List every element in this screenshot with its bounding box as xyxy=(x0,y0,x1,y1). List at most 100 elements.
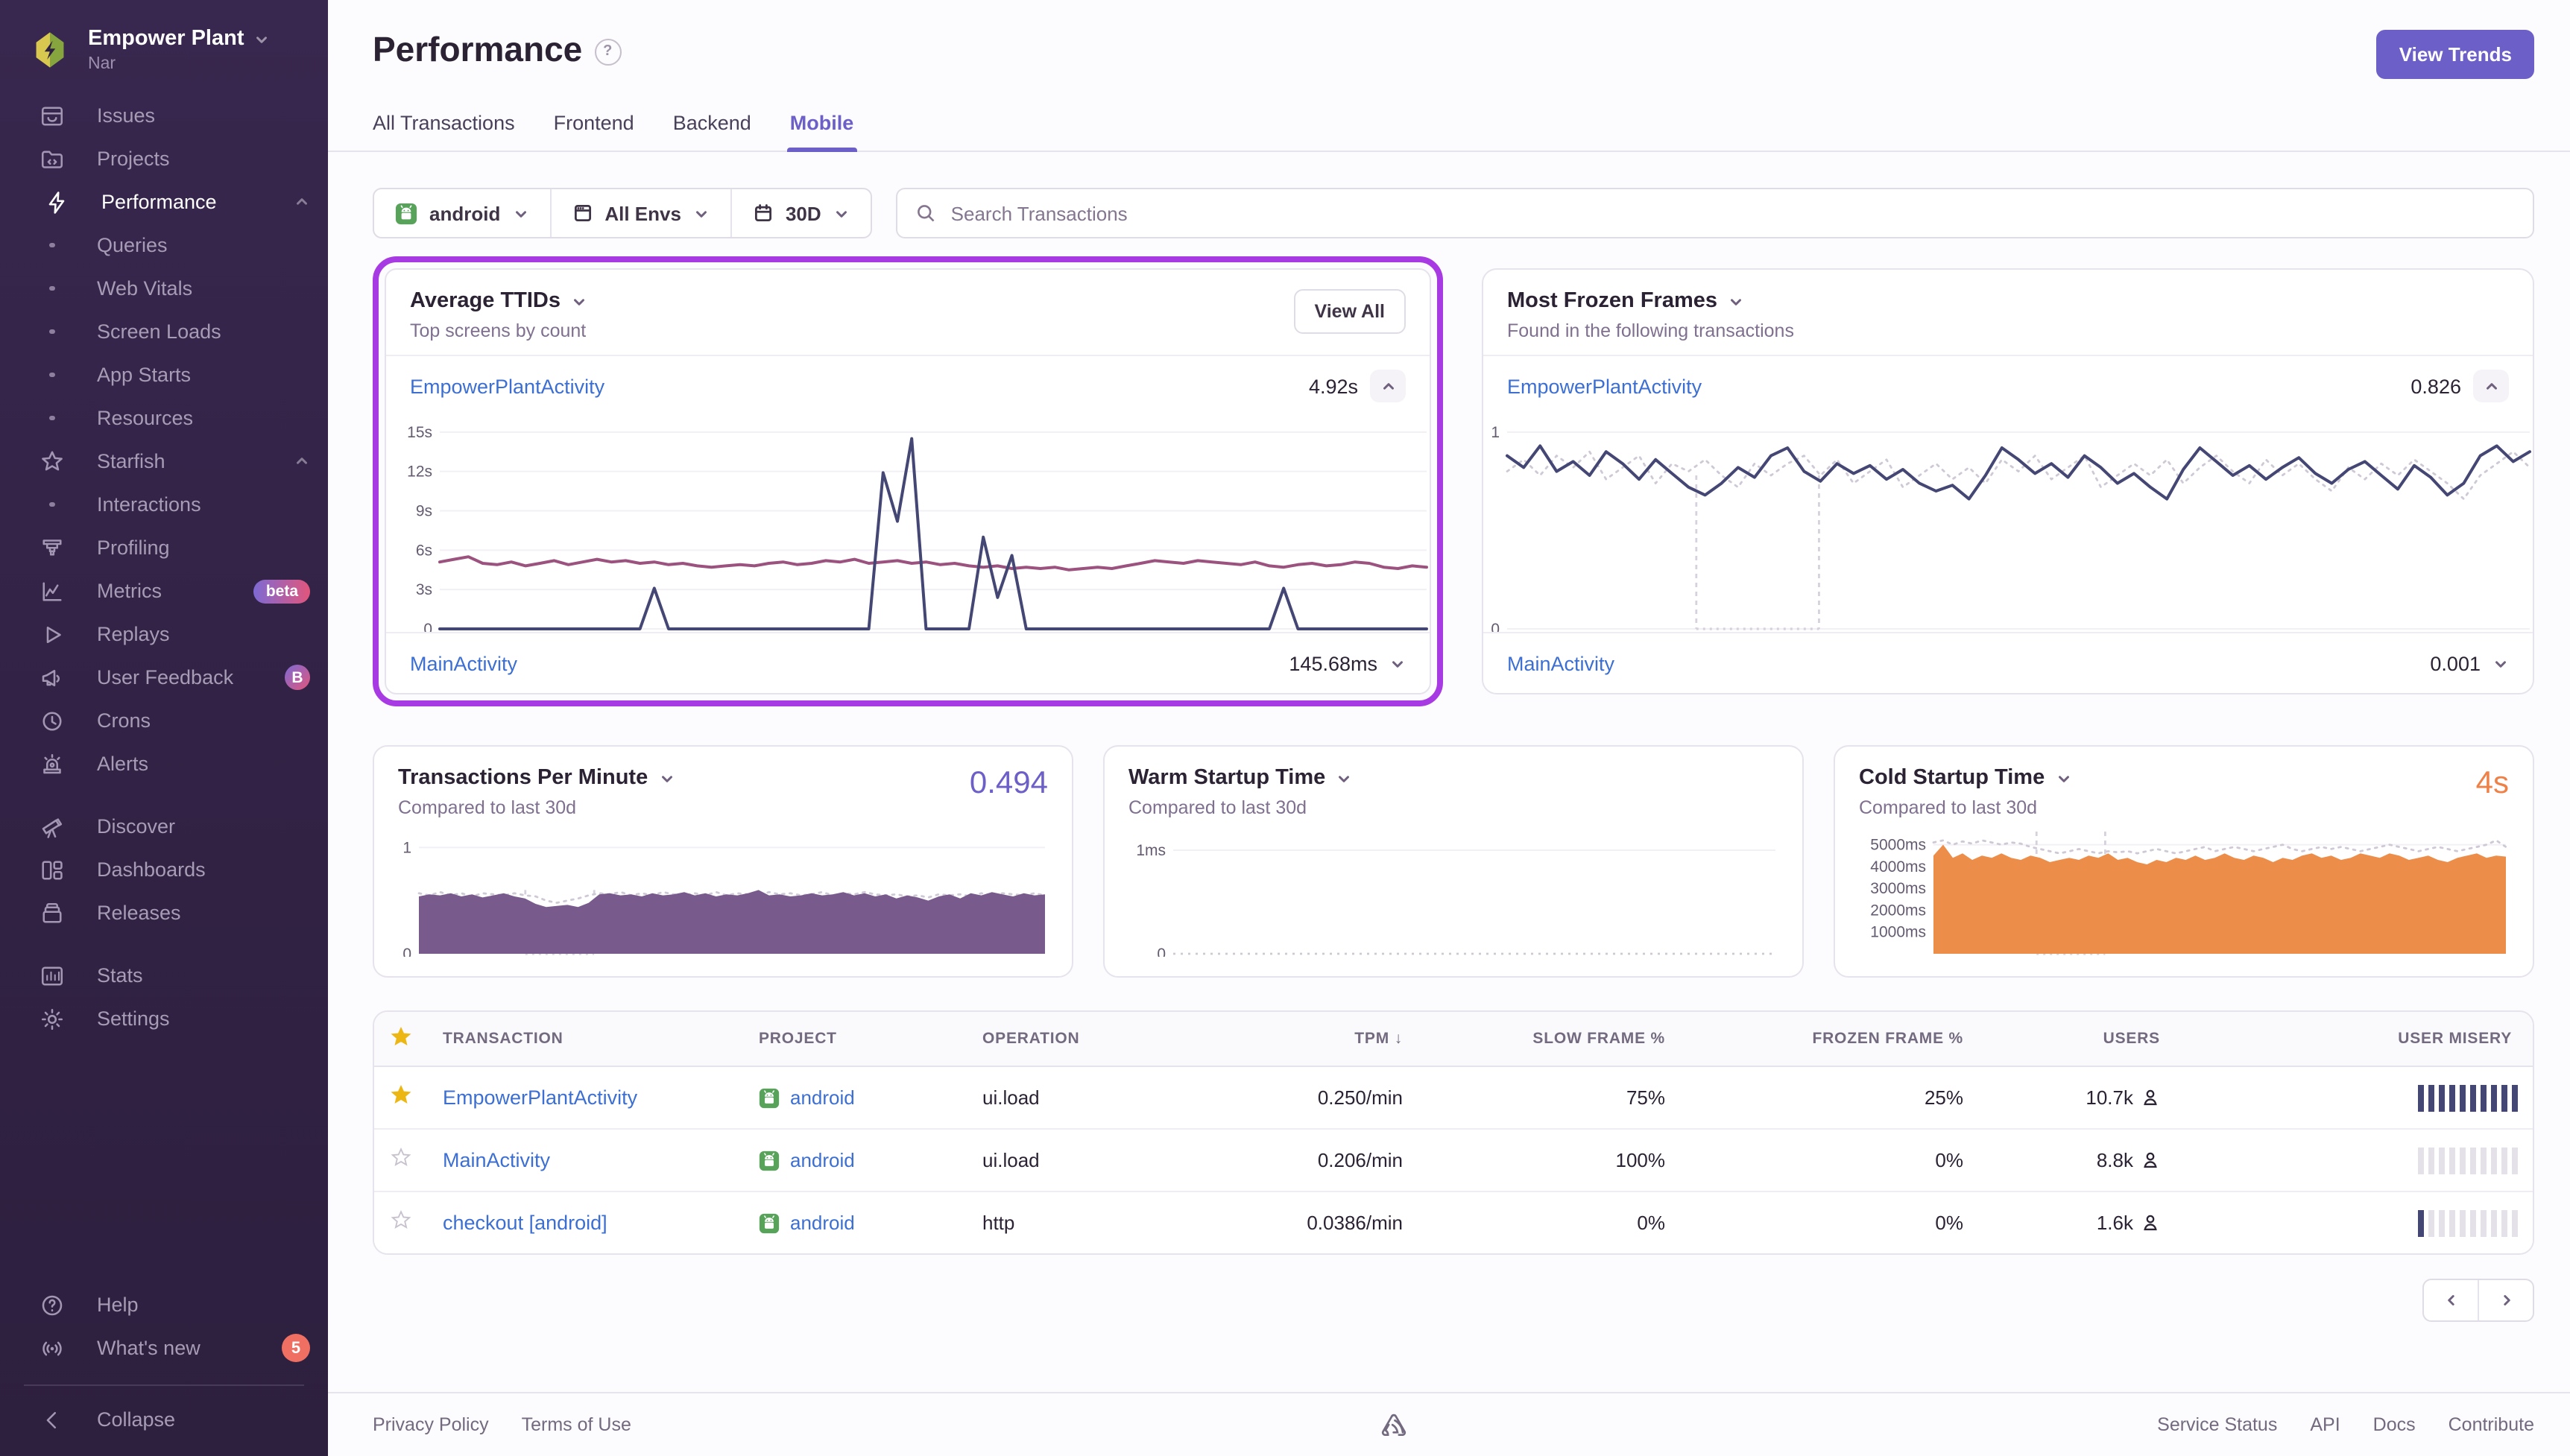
project-cell[interactable]: android xyxy=(744,1149,967,1171)
sidebar-item-profiling[interactable]: Profiling xyxy=(0,526,328,569)
table-header: TRANSACTION PROJECT OPERATION TPM ↓ SLOW… xyxy=(374,1012,2533,1067)
stats-icon xyxy=(39,962,66,989)
sidebar-item-replays[interactable]: Replays xyxy=(0,613,328,656)
sidebar-item-queries[interactable]: Queries xyxy=(0,224,328,267)
col-user-misery[interactable]: USER MISERY xyxy=(2175,1030,2533,1048)
date-range-filter[interactable]: 30D xyxy=(730,189,871,237)
chevron-down-icon xyxy=(693,205,710,221)
card-title[interactable]: Transactions Per Minute xyxy=(398,766,675,790)
collapse-row-button[interactable] xyxy=(1370,370,1406,402)
play-icon xyxy=(39,621,66,648)
broadcast-icon xyxy=(39,1335,66,1361)
sidebar-item-projects[interactable]: Projects xyxy=(0,137,328,180)
cold-startup-card: Cold Startup Time Compared to last 30d 4… xyxy=(1834,745,2534,978)
col-users[interactable]: USERS xyxy=(1978,1030,2175,1048)
contribute-link[interactable]: Contribute xyxy=(2449,1414,2534,1435)
tab-mobile[interactable]: Mobile xyxy=(790,112,854,151)
frozen-frames-chart: 10 xyxy=(1483,416,2533,632)
project-filter[interactable]: android xyxy=(374,189,549,237)
android-project-icon xyxy=(395,202,417,224)
project-cell[interactable]: android xyxy=(744,1086,967,1109)
transaction-link[interactable]: MainActivity xyxy=(410,652,517,674)
chevron-up-icon[interactable] xyxy=(294,453,310,469)
project-cell[interactable]: android xyxy=(744,1212,967,1234)
card-title[interactable]: Most Frozen Frames xyxy=(1507,289,1794,313)
star-toggle[interactable] xyxy=(389,1209,413,1232)
environment-filter[interactable]: All Envs xyxy=(549,189,730,237)
view-trends-button[interactable]: View Trends xyxy=(2377,30,2534,79)
col-transaction[interactable]: TRANSACTION xyxy=(428,1030,744,1048)
tpm-chart: 10 xyxy=(398,827,1048,957)
card-title[interactable]: Warm Startup Time xyxy=(1128,766,1352,790)
users-cell: 1.6k xyxy=(1978,1212,2175,1234)
sidebar-item-screen-loads[interactable]: Screen Loads xyxy=(0,310,328,353)
svg-text:6s: 6s xyxy=(416,542,432,559)
next-page-button[interactable] xyxy=(2478,1280,2533,1320)
tab-backend[interactable]: Backend xyxy=(673,112,751,151)
help-tooltip-icon[interactable]: ? xyxy=(594,38,621,65)
docs-link[interactable]: Docs xyxy=(2373,1414,2416,1435)
col-frozen-frame[interactable]: FROZEN FRAME % xyxy=(1680,1030,1978,1048)
transaction-link[interactable]: EmpowerPlantActivity xyxy=(443,1086,637,1109)
tab-frontend[interactable]: Frontend xyxy=(554,112,634,151)
org-name: Empower Plant xyxy=(88,27,244,51)
performance-icon xyxy=(43,189,70,215)
expand-row-button[interactable] xyxy=(1389,655,1406,671)
sidebar-item-issues[interactable]: Issues xyxy=(0,94,328,137)
star-toggle[interactable] xyxy=(389,1083,413,1107)
sidebar-item-starfish[interactable]: Starfish xyxy=(0,440,328,483)
sidebar-item-discover[interactable]: Discover xyxy=(0,805,328,848)
sidebar-item-dashboards[interactable]: Dashboards xyxy=(0,848,328,891)
service-status-link[interactable]: Service Status xyxy=(2157,1414,2277,1435)
sidebar-item-crons[interactable]: Crons xyxy=(0,699,328,742)
collapse-row-button[interactable] xyxy=(2473,370,2509,402)
highlight-ring: Average TTIDs Top screens by count View … xyxy=(373,256,1443,706)
star-icon xyxy=(39,448,66,475)
sidebar-item-app-starts[interactable]: App Starts xyxy=(0,353,328,396)
col-project[interactable]: PROJECT xyxy=(744,1030,967,1048)
calendar-icon xyxy=(753,203,774,224)
search-transactions-input[interactable] xyxy=(896,188,2534,238)
sidebar-item-interactions[interactable]: Interactions xyxy=(0,483,328,526)
sidebar-item-web-vitals[interactable]: Web Vitals xyxy=(0,267,328,310)
bullet-icon xyxy=(39,361,66,388)
transaction-link[interactable]: checkout [android] xyxy=(443,1212,607,1234)
view-all-button[interactable]: View All xyxy=(1294,289,1406,334)
org-switcher[interactable]: Empower Plant Nar xyxy=(0,21,328,94)
sidebar-item-resources[interactable]: Resources xyxy=(0,396,328,440)
telescope-icon xyxy=(39,813,66,840)
accordion-row: EmpowerPlantActivity 0.826 xyxy=(1483,356,2533,416)
sidebar-item-alerts[interactable]: Alerts xyxy=(0,742,328,785)
star-toggle[interactable] xyxy=(389,1146,413,1170)
transaction-link[interactable]: MainActivity xyxy=(443,1149,550,1171)
terms-of-use-link[interactable]: Terms of Use xyxy=(522,1414,631,1435)
sidebar-item-settings[interactable]: Settings xyxy=(0,997,328,1040)
sidebar-item-performance[interactable]: Performance xyxy=(0,180,328,224)
sidebar-item-user-feedback[interactable]: User Feedback B xyxy=(0,656,328,699)
card-title[interactable]: Cold Startup Time xyxy=(1859,766,2071,790)
expand-row-button[interactable] xyxy=(2492,655,2509,671)
api-link[interactable]: API xyxy=(2310,1414,2340,1435)
table-row: EmpowerPlantActivity android ui.load 0.2… xyxy=(374,1067,2533,1128)
sidebar-item-help[interactable]: Help xyxy=(0,1283,328,1326)
previous-page-button[interactable] xyxy=(2424,1280,2478,1320)
chevron-up-icon[interactable] xyxy=(294,194,310,210)
sidebar-collapse-button[interactable]: Collapse xyxy=(0,1398,328,1441)
sidebar-item-whats-new[interactable]: What's new 5 xyxy=(0,1326,328,1370)
average-ttids-card: Average TTIDs Top screens by count View … xyxy=(385,268,1431,694)
beta-badge: beta xyxy=(254,579,310,603)
issues-icon xyxy=(39,102,66,129)
sidebar-item-stats[interactable]: Stats xyxy=(0,954,328,997)
accordion-row: MainActivity 145.68ms xyxy=(386,633,1430,693)
sidebar-item-releases[interactable]: Releases xyxy=(0,891,328,934)
col-slow-frame[interactable]: SLOW FRAME % xyxy=(1418,1030,1680,1048)
sidebar-item-metrics[interactable]: Metrics beta xyxy=(0,569,328,613)
col-tpm[interactable]: TPM ↓ xyxy=(1179,1030,1418,1048)
card-title[interactable]: Average TTIDs xyxy=(410,289,587,313)
col-operation[interactable]: OPERATION xyxy=(967,1030,1179,1048)
transaction-link[interactable]: EmpowerPlantActivity xyxy=(410,375,604,397)
transaction-link[interactable]: EmpowerPlantActivity xyxy=(1507,375,1702,397)
privacy-policy-link[interactable]: Privacy Policy xyxy=(373,1414,489,1435)
transaction-link[interactable]: MainActivity xyxy=(1507,652,1614,674)
tab-all-transactions[interactable]: All Transactions xyxy=(373,112,515,151)
